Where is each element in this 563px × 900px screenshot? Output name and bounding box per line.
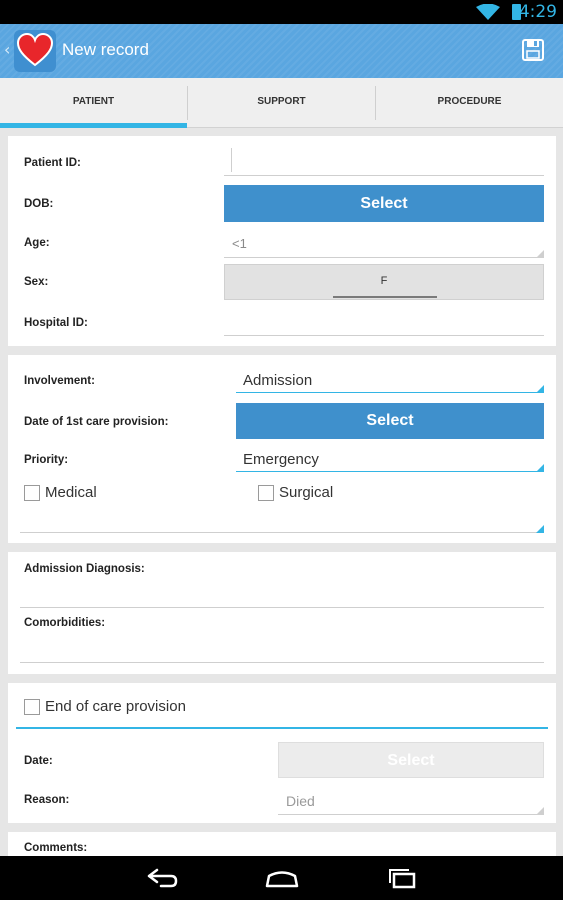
surgical-checkbox[interactable] xyxy=(258,485,274,501)
action-bar: ‹ New record xyxy=(0,24,563,78)
priority-spinner[interactable] xyxy=(236,446,544,472)
first-care-select-button[interactable]: Select xyxy=(236,403,544,439)
screen-title: New record xyxy=(62,40,149,59)
spinner-corner-icon xyxy=(536,385,544,393)
age-spinner[interactable] xyxy=(224,230,544,258)
spinner-corner-icon xyxy=(536,525,544,533)
comorbidities-label: Comorbidities: xyxy=(24,617,106,629)
end-date-select-button[interactable]: Select xyxy=(278,742,544,778)
diagnosis-card: Admission Diagnosis: Comorbidities: xyxy=(8,552,556,674)
involvement-label: Involvement: xyxy=(24,375,95,387)
dob-label: DOB: xyxy=(24,198,54,210)
home-icon[interactable] xyxy=(265,867,299,889)
heart-icon xyxy=(16,32,54,67)
patient-id-label: Patient ID: xyxy=(24,157,81,169)
admission-diagnosis-input[interactable] xyxy=(20,580,544,608)
tab-bar: PATIENT SUPPORT PROCEDURE xyxy=(0,78,563,128)
sex-value: F xyxy=(380,275,388,287)
sex-toggle[interactable]: F xyxy=(224,264,544,300)
section-divider xyxy=(16,727,548,729)
wifi-icon xyxy=(476,4,500,20)
comorbidities-input[interactable] xyxy=(20,635,544,663)
patient-card: Patient ID: DOB: Select Age: <1 Sex: F H… xyxy=(8,136,556,346)
toggle-indicator xyxy=(333,296,437,298)
hospital-id-input[interactable] xyxy=(224,308,544,336)
back-icon[interactable] xyxy=(145,867,179,889)
tab-patient[interactable]: PATIENT xyxy=(0,78,187,128)
end-of-care-card: End of care provision Date: Select Reaso… xyxy=(8,683,556,823)
app-logo[interactable] xyxy=(14,30,56,72)
tab-procedure[interactable]: PROCEDURE xyxy=(376,78,563,128)
comments-label: Comments: xyxy=(24,842,88,854)
dob-select-button[interactable]: Select xyxy=(224,185,544,222)
medical-label: Medical xyxy=(45,484,97,501)
navigation-bar xyxy=(0,856,563,900)
medical-checkbox[interactable] xyxy=(24,485,40,501)
tab-support[interactable]: SUPPORT xyxy=(188,78,375,128)
sex-label: Sex: xyxy=(24,276,49,288)
priority-label: Priority: xyxy=(24,454,69,466)
spinner-corner-icon xyxy=(536,807,544,815)
status-bar: 4:29 xyxy=(0,0,563,24)
surgical-label: Surgical xyxy=(279,484,334,501)
admission-diagnosis-label: Admission Diagnosis: xyxy=(24,563,145,575)
up-caret-icon[interactable]: ‹ xyxy=(4,40,10,59)
end-of-care-label: End of care provision xyxy=(45,698,186,715)
spinner-corner-icon xyxy=(536,464,544,472)
first-care-label: Date of 1st care provision: xyxy=(24,416,169,428)
involvement-spinner[interactable] xyxy=(236,367,544,393)
recent-apps-icon[interactable] xyxy=(385,867,419,889)
end-of-care-checkbox[interactable] xyxy=(24,699,40,715)
age-label: Age: xyxy=(24,237,50,249)
clock: 4:29 xyxy=(518,2,557,22)
reason-spinner[interactable] xyxy=(278,787,544,815)
save-icon[interactable] xyxy=(521,38,545,62)
care-card: Involvement: Admission Date of 1st care … xyxy=(8,355,556,543)
care-notes-spinner[interactable] xyxy=(20,507,544,533)
spinner-corner-icon xyxy=(536,250,544,258)
patient-id-input[interactable] xyxy=(224,148,544,176)
reason-label: Reason: xyxy=(24,794,70,806)
comments-card: Comments: xyxy=(8,832,556,856)
end-date-label: Date: xyxy=(24,755,53,767)
hospital-id-label: Hospital ID: xyxy=(24,317,88,329)
